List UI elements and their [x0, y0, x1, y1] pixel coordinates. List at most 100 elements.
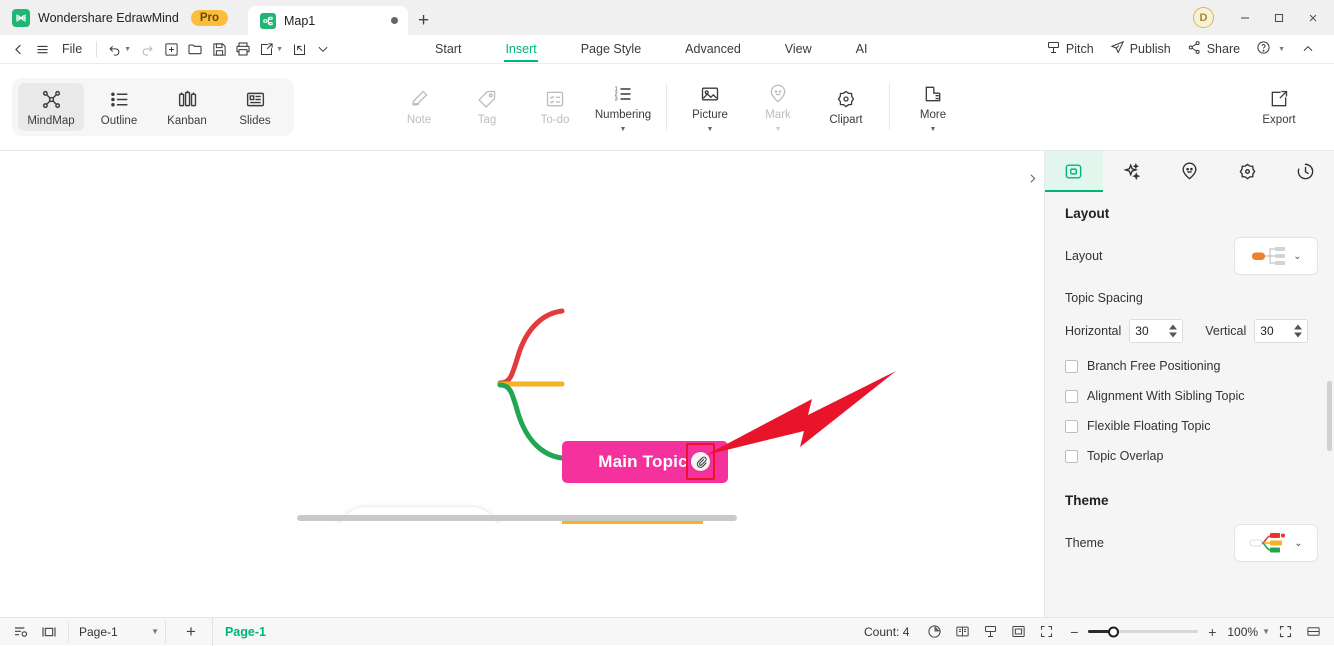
panel-toggle-icon[interactable] [36, 621, 62, 643]
insert-tag-button[interactable]: Tag [454, 83, 520, 131]
view-mode-slides[interactable]: Slides [222, 83, 288, 132]
new-file-button[interactable] [159, 37, 183, 61]
panel-tab-history[interactable] [1276, 151, 1334, 192]
chevron-down-icon: ⌄ [1293, 250, 1302, 262]
chevron-down-icon: ⌄ [1294, 537, 1303, 549]
panel-body: Layout Layout ⌄ Topic Spacing Horizontal… [1045, 192, 1334, 562]
checkbox-alignment-with-sibling-topic[interactable]: Alignment With Sibling Topic [1065, 389, 1318, 403]
tab-view[interactable]: View [763, 35, 834, 64]
page-selector-dropdown[interactable]: Page-1 ▼ [68, 620, 166, 643]
print-button[interactable] [231, 37, 255, 61]
panel-tab-ai[interactable] [1103, 151, 1161, 192]
zoom-slider-handle[interactable] [1108, 626, 1120, 637]
zoom-slider-track[interactable] [1088, 626, 1199, 637]
page-tab-page-1[interactable]: Page-1 [211, 617, 278, 646]
view-mode-kanban[interactable]: Kanban [154, 83, 220, 132]
insert-clipart-button[interactable]: Clipart [813, 83, 879, 131]
canvas-horizontal-scrollbar[interactable] [297, 515, 737, 521]
share-icon [1187, 40, 1202, 58]
insert-todo-button[interactable]: To-do [522, 83, 588, 131]
tab-advanced[interactable]: Advanced [663, 35, 763, 64]
tab-insert[interactable]: Insert [483, 35, 558, 64]
vertical-spacing-input[interactable]: 30 [1254, 319, 1309, 343]
tab-start[interactable]: Start [413, 35, 483, 64]
horizontal-spacing-input[interactable]: 30 [1129, 319, 1184, 343]
minimize-button[interactable] [1228, 0, 1262, 35]
panel-scrollbar[interactable] [1327, 381, 1332, 451]
vertical-spacing-value: 30 [1260, 324, 1274, 338]
pitch-mode-icon[interactable] [977, 621, 1003, 643]
collapse-ribbon-button[interactable] [1294, 39, 1322, 59]
panel-tab-style[interactable] [1045, 151, 1103, 192]
zoom-in-button[interactable]: + [1205, 624, 1219, 640]
save-button[interactable] [207, 37, 231, 61]
checkbox-icon[interactable] [1065, 449, 1078, 463]
insert-numbering-button[interactable]: 123 Numbering ▼ [590, 78, 656, 137]
redo-button[interactable] [135, 37, 159, 61]
open-folder-button[interactable] [183, 37, 207, 61]
checkbox-branch-free-positioning[interactable]: Branch Free Positioning [1065, 359, 1318, 373]
spinner-arrows-icon[interactable] [1169, 324, 1178, 338]
back-button[interactable] [6, 37, 30, 61]
book-mode-icon[interactable] [949, 621, 975, 643]
publish-button[interactable]: Publish [1103, 37, 1178, 61]
frame-mode-icon[interactable] [1005, 621, 1031, 643]
new-tab-button[interactable]: + [408, 6, 439, 35]
insert-note-button[interactable]: Note [386, 83, 452, 131]
view-mode-outline[interactable]: Outline [86, 83, 152, 132]
layout-dropdown[interactable]: ⌄ [1234, 237, 1318, 275]
pro-badge[interactable]: Pro [190, 9, 228, 26]
panel-tab-clipart[interactable] [1218, 151, 1276, 192]
import-button[interactable] [287, 37, 311, 61]
zoom-level-value: 100% [1227, 624, 1259, 639]
insert-tool-label: To-do [540, 114, 570, 127]
chevron-down-icon: ▼ [619, 126, 627, 134]
document-tab-map1[interactable]: Map1 [247, 6, 408, 35]
more-toolbar-button[interactable] [311, 37, 335, 61]
spinner-arrows-icon[interactable] [1294, 324, 1303, 338]
avatar[interactable]: D [1193, 7, 1214, 28]
zoom-level-dropdown[interactable]: 100% ▼ [1227, 625, 1270, 639]
help-button[interactable]: ▼ [1249, 37, 1292, 61]
insert-tool-label: Picture [692, 108, 728, 121]
checkbox-icon[interactable] [1065, 389, 1078, 403]
checkbox-topic-overlap[interactable]: Topic Overlap [1065, 449, 1318, 463]
insert-tool-label: More [919, 108, 947, 121]
close-button[interactable] [1296, 0, 1330, 35]
share-button[interactable]: Share [1180, 37, 1247, 61]
insert-mark-button[interactable]: Mark ▼ [745, 78, 811, 137]
checkbox-flexible-floating-topic[interactable]: Flexible Floating Topic [1065, 419, 1318, 433]
paperclip-icon[interactable] [691, 452, 710, 471]
checkbox-icon[interactable] [1065, 359, 1078, 373]
fullscreen-icon[interactable] [1272, 621, 1298, 643]
checkbox-icon[interactable] [1065, 419, 1078, 433]
undo-button[interactable]: ▼ [103, 37, 135, 61]
insert-more-button[interactable]: More ▼ [900, 78, 966, 137]
publish-icon [1110, 40, 1125, 58]
export-button[interactable]: Export [1246, 83, 1312, 131]
fit-screen-icon[interactable] [1033, 621, 1059, 643]
status-bar-right: Count: 4 − + 100% ▼ [864, 621, 1326, 643]
tab-page-style[interactable]: Page Style [559, 35, 663, 64]
theme-dropdown[interactable]: ⌄ [1234, 524, 1318, 562]
file-menu-button[interactable]: File [54, 37, 90, 61]
panel-tabs [1045, 151, 1334, 192]
outline-view-icon[interactable] [8, 621, 34, 643]
hamburger-menu-button[interactable] [30, 37, 54, 61]
zoom-out-button[interactable]: − [1067, 624, 1081, 640]
insert-tool-label: Mark [765, 108, 791, 121]
add-page-button[interactable]: + [172, 622, 210, 642]
mindmap-connectors [497, 308, 565, 461]
zoom-slider-control[interactable]: − + [1067, 624, 1219, 640]
view-mode-mindmap[interactable]: MindMap [18, 82, 84, 132]
pie-mode-icon[interactable] [921, 621, 947, 643]
chevron-down-icon: ▼ [124, 45, 132, 53]
maximize-button[interactable] [1262, 0, 1296, 35]
pitch-button[interactable]: Pitch [1039, 37, 1101, 61]
panel-collapse-button[interactable] [1021, 165, 1043, 191]
tab-ai[interactable]: AI [834, 35, 890, 64]
panel-tab-mark[interactable] [1161, 151, 1219, 192]
insert-picture-button[interactable]: Picture ▼ [677, 78, 743, 137]
export-share-button[interactable]: ▼ [255, 37, 287, 61]
split-view-icon[interactable] [1300, 621, 1326, 643]
